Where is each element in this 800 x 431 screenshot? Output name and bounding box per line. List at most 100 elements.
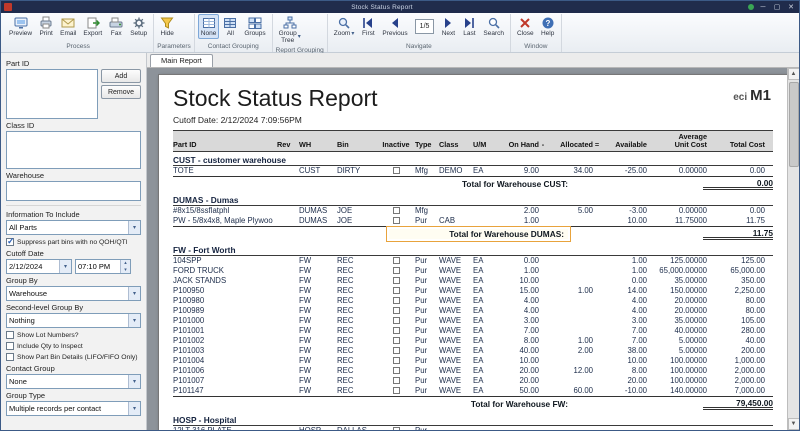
group-by-dropdown[interactable]: Warehouse ▾ xyxy=(6,286,141,301)
cell: 80.00 xyxy=(707,306,765,316)
cell: P101001 xyxy=(173,326,277,336)
spinner[interactable]: ▴ ▾ xyxy=(120,260,130,273)
cell: 350.00 xyxy=(707,276,765,286)
spinner-down-icon[interactable]: ▾ xyxy=(121,267,130,274)
cutoff-date-picker[interactable]: 2/12/2024 ▾ xyxy=(6,259,72,274)
minimize-button[interactable]: ─ xyxy=(758,4,768,11)
show-bin-checkbox[interactable] xyxy=(6,353,14,361)
warehouse-field: Warehouse xyxy=(6,171,141,201)
cell: 38.00 xyxy=(601,346,647,356)
scrollbar-thumb[interactable] xyxy=(789,82,799,167)
inactive-cell xyxy=(377,426,415,430)
cell: 8.00 xyxy=(495,336,539,346)
email-button[interactable]: Email xyxy=(57,14,79,39)
group-tree-button[interactable]: Group Tree▾ xyxy=(276,14,304,46)
cell: HOSP xyxy=(299,426,337,430)
cell: 2.00 xyxy=(495,206,539,216)
cutoff-date-label: Cutoff Date xyxy=(6,249,141,258)
add-button[interactable]: Add xyxy=(101,69,141,83)
email-icon xyxy=(61,16,75,30)
scroll-down-icon[interactable]: ▼ xyxy=(788,418,800,430)
hide-button[interactable]: Hide xyxy=(157,14,177,39)
preview-button[interactable]: Preview xyxy=(6,14,35,39)
report-title: Stock Status Report xyxy=(173,85,773,112)
part-id-listbox[interactable] xyxy=(6,69,98,119)
inactive-cell xyxy=(377,316,415,326)
cell: 7.00 xyxy=(495,326,539,336)
setup-icon xyxy=(132,16,146,30)
cell: WAVE xyxy=(439,366,473,376)
cell: -25.00 xyxy=(601,166,647,176)
suppress-checkbox[interactable] xyxy=(6,238,14,246)
cutoff-time-spinner[interactable]: 07:10 PM ▴ ▾ xyxy=(75,259,131,274)
tab-main-report[interactable]: Main Report xyxy=(150,54,213,67)
toolbar-button-label: Close xyxy=(517,30,534,37)
cell: WAVE xyxy=(439,266,473,276)
show-lot-checkbox[interactable] xyxy=(6,331,14,339)
cell: 12LT 316 PLATE xyxy=(173,426,277,430)
cell: 80.00 xyxy=(707,296,765,306)
search-button[interactable]: Search xyxy=(480,14,507,39)
help-button[interactable]: ?Help xyxy=(538,14,558,39)
class-id-listbox[interactable] xyxy=(6,131,141,169)
export-button[interactable]: Export xyxy=(80,14,105,39)
cell: WAVE xyxy=(439,376,473,386)
calendar-dropdown-icon: ▾ xyxy=(59,260,71,273)
none-button[interactable]: None xyxy=(198,14,220,39)
second-group-dropdown[interactable]: Nothing ▾ xyxy=(6,313,141,328)
vertical-scrollbar[interactable]: ▲ ▼ xyxy=(787,68,799,430)
brand-m1: M1 xyxy=(750,87,771,104)
print-button[interactable]: Print xyxy=(36,14,56,39)
warehouse-listbox[interactable] xyxy=(6,181,141,201)
cell: 20.00 xyxy=(495,376,539,386)
close-button[interactable]: ✕ xyxy=(786,4,796,11)
cell: 11.75000 xyxy=(647,216,707,226)
cell: WAVE xyxy=(439,386,473,396)
first-button[interactable]: First xyxy=(358,14,378,39)
group-total-row: Total for Warehouse CUST:0.00 xyxy=(173,176,773,190)
cell: 1.00 xyxy=(495,216,539,226)
inactive-cell xyxy=(377,346,415,356)
cell: P101003 xyxy=(173,346,277,356)
toolbar-button-label-wrap: All xyxy=(227,30,234,37)
include-qty-checkbox[interactable] xyxy=(6,342,14,350)
setup-button[interactable]: Setup xyxy=(127,14,150,39)
cell: 1.00 xyxy=(547,286,593,296)
cell: 4.00 xyxy=(495,306,539,316)
fax-button[interactable]: Fax xyxy=(106,14,126,39)
toolbar-button-label-wrap: Fax xyxy=(111,30,122,37)
cell: 0.00 xyxy=(707,206,765,216)
groups-button[interactable]: Groups xyxy=(241,14,268,39)
maximize-button[interactable]: ▢ xyxy=(772,4,782,11)
scroll-up-icon[interactable]: ▲ xyxy=(788,68,800,80)
all-button[interactable]: All xyxy=(220,14,240,39)
report-row: P101001FWRECPurWAVEEA7.007.0040.00000280… xyxy=(173,326,773,336)
cell: 10.00 xyxy=(601,216,647,226)
checkbox-icon xyxy=(393,337,400,344)
previous-button[interactable]: Previous xyxy=(379,14,410,39)
zoom-button[interactable]: Zoom▾ xyxy=(331,14,358,39)
toolbar-group-label: Process xyxy=(6,42,150,52)
cell: 10.00 xyxy=(495,276,539,286)
inactive-cell xyxy=(377,376,415,386)
cell: WAVE xyxy=(439,256,473,266)
cell: REC xyxy=(337,276,377,286)
1-5-button[interactable]: 1/5 xyxy=(412,14,438,36)
cell: FW xyxy=(299,306,337,316)
remove-button[interactable]: Remove xyxy=(101,85,141,99)
column-header: Average Unit Cost xyxy=(647,133,707,149)
export-icon xyxy=(86,16,100,30)
toolbar-buttons-row: None All Groups xyxy=(198,14,269,42)
close-button[interactable]: Close xyxy=(514,14,537,39)
contact-group-dropdown[interactable]: None ▾ xyxy=(6,374,141,389)
last-button[interactable]: Last xyxy=(459,14,479,39)
info-include-dropdown[interactable]: All Parts ▾ xyxy=(6,220,141,235)
cell: 3.00 xyxy=(495,316,539,326)
cell: EA xyxy=(473,316,495,326)
group-type-dropdown[interactable]: Multiple records per contact ▾ xyxy=(6,401,141,416)
chevron-down-icon: ▾ xyxy=(128,221,140,234)
status-icon xyxy=(748,4,754,10)
cell: 10.00 xyxy=(495,356,539,366)
next-button[interactable]: Next xyxy=(438,14,458,39)
group-by-field: Group By Warehouse ▾ xyxy=(6,276,141,301)
